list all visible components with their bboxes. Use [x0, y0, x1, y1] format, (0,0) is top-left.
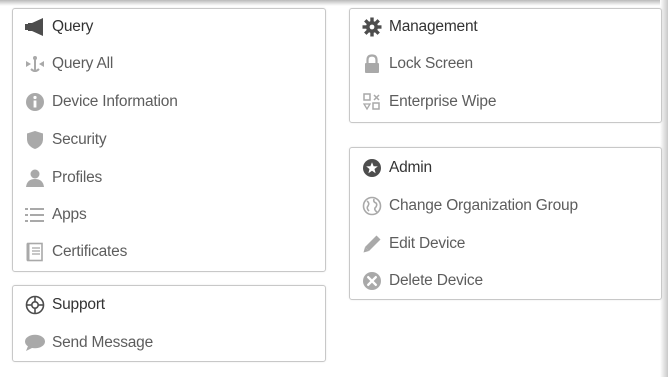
- support-header[interactable]: Support: [13, 291, 325, 319]
- certificate-icon: [23, 241, 47, 263]
- management-title: Management: [389, 18, 478, 35]
- query-all-icon: [23, 53, 47, 75]
- menu-item-send-message-label: Send Message: [52, 334, 153, 351]
- menu-item-apps[interactable]: Apps: [13, 201, 325, 229]
- menu-item-change-organization-group[interactable]: Change Organization Group: [350, 192, 661, 220]
- menu-item-device-information[interactable]: Device Information: [13, 88, 325, 116]
- menu-item-security[interactable]: Security: [13, 126, 325, 154]
- menu-item-enterprise-wipe-label: Enterprise Wipe: [389, 93, 497, 110]
- menu-item-apps-label: Apps: [52, 206, 87, 223]
- menu-item-security-label: Security: [52, 131, 107, 148]
- menu-item-certificates-label: Certificates: [52, 243, 128, 260]
- support-title: Support: [52, 296, 105, 313]
- menu-item-query-label: Query: [52, 18, 94, 35]
- list-icon: [23, 204, 47, 226]
- pencil-icon: [360, 233, 384, 255]
- menu-item-certificates[interactable]: Certificates: [13, 238, 325, 266]
- menu-item-query-all[interactable]: Query All: [13, 50, 325, 78]
- speech-bubble-icon: [23, 332, 47, 354]
- menu-item-delete-device-label: Delete Device: [389, 272, 483, 289]
- menu-item-device-information-label: Device Information: [52, 93, 178, 110]
- menu-item-lock-screen[interactable]: Lock Screen: [350, 50, 661, 78]
- delete-circle-icon: [360, 270, 384, 292]
- menu-item-lock-screen-label: Lock Screen: [389, 55, 473, 72]
- menu-item-profiles-label: Profiles: [52, 169, 103, 186]
- management-header[interactable]: Management: [350, 13, 661, 41]
- menu-item-query[interactable]: Query: [13, 13, 325, 41]
- gear-icon: [360, 16, 384, 38]
- admin-panel: Admin Change Organization Group Edit Dev…: [349, 147, 662, 300]
- menu-item-edit-device[interactable]: Edit Device: [350, 230, 661, 258]
- admin-header[interactable]: Admin: [350, 154, 661, 182]
- shield-icon: [23, 129, 47, 151]
- management-panel: Management Lock Screen Enterprise Wipe: [349, 8, 662, 123]
- megaphone-icon: [23, 16, 47, 38]
- globe-icon: [360, 195, 384, 217]
- menu-item-profiles[interactable]: Profiles: [13, 164, 325, 192]
- enterprise-wipe-icon: [360, 91, 384, 113]
- lock-icon: [360, 53, 384, 75]
- window-top-edge: [0, 0, 668, 6]
- device-actions-panel: Query Query All Device Information Secur…: [12, 8, 326, 272]
- menu-item-change-organization-group-label: Change Organization Group: [389, 197, 578, 214]
- admin-title: Admin: [389, 159, 432, 176]
- menu-item-enterprise-wipe[interactable]: Enterprise Wipe: [350, 88, 661, 116]
- menu-item-delete-device[interactable]: Delete Device: [350, 267, 661, 295]
- info-icon: [23, 91, 47, 113]
- star-badge-icon: [360, 157, 384, 179]
- menu-item-edit-device-label: Edit Device: [389, 235, 466, 252]
- lifebuoy-icon: [23, 294, 47, 316]
- support-panel: Support Send Message: [12, 285, 326, 362]
- user-icon: [23, 167, 47, 189]
- menu-item-send-message[interactable]: Send Message: [13, 329, 325, 357]
- menu-item-query-all-label: Query All: [52, 55, 114, 72]
